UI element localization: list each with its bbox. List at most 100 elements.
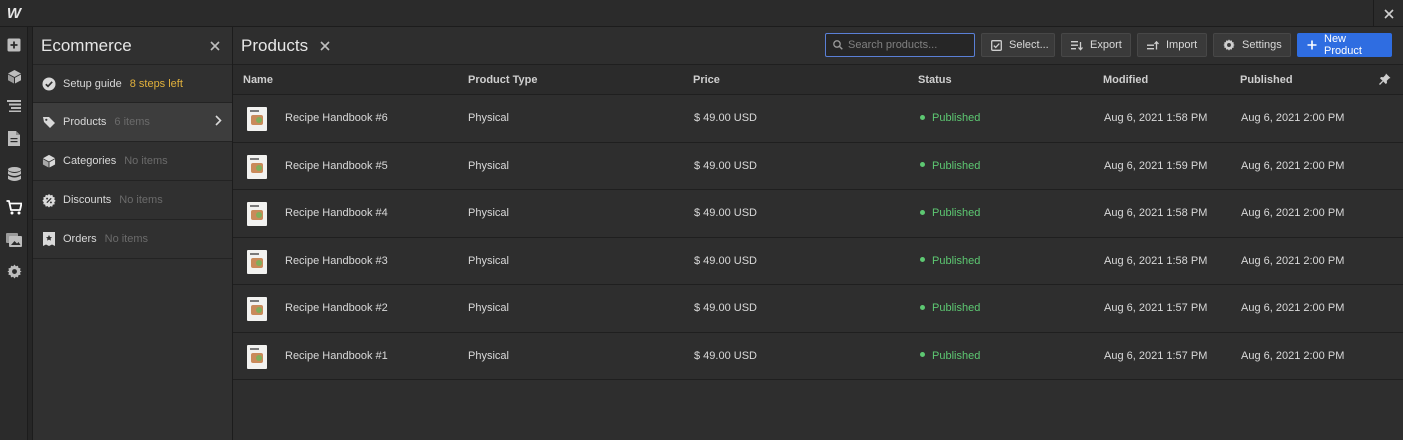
product-price: $ 49.00 USD <box>694 254 757 267</box>
panel-item-label: Products <box>63 116 107 128</box>
column-header-price[interactable]: Price <box>693 74 720 86</box>
new-product-button[interactable]: New Product <box>1297 33 1392 57</box>
pin-icon[interactable] <box>1379 73 1391 88</box>
product-type: Physical <box>468 207 509 219</box>
rail-components-button[interactable] <box>0 62 28 90</box>
close-icon <box>320 40 330 51</box>
product-type: Physical <box>468 302 509 314</box>
product-price: $ 49.00 USD <box>694 349 757 362</box>
status-dot <box>920 114 925 120</box>
status-dot <box>920 162 925 168</box>
close-products-button[interactable] <box>320 40 330 51</box>
panel-item-categories[interactable]: Categories No items <box>33 142 232 181</box>
search-icon <box>833 40 843 50</box>
export-button[interactable]: Export <box>1061 33 1131 57</box>
modified-date: Aug 6, 2021 1:57 PM <box>1104 349 1208 362</box>
page-title: Products <box>241 35 309 55</box>
product-name[interactable]: Recipe Handbook #3 <box>285 255 388 267</box>
status-text: Published <box>932 302 981 314</box>
product-thumbnail <box>247 107 267 131</box>
rail-navigator-button[interactable] <box>0 92 28 120</box>
webflow-logo[interactable]: W <box>0 0 28 27</box>
modified-date: Aug 6, 2021 1:58 PM <box>1104 112 1208 124</box>
close-icon <box>210 40 220 51</box>
rail-add-button[interactable] <box>0 31 28 59</box>
box-icon <box>7 69 21 83</box>
product-name[interactable]: Recipe Handbook #6 <box>285 112 388 124</box>
products-view: Products Select... Export Import <box>233 27 1403 440</box>
database-icon <box>7 166 21 181</box>
rail-ecommerce-button[interactable] <box>0 193 28 221</box>
search-input[interactable] <box>848 39 968 51</box>
status-text: Published <box>932 349 981 362</box>
table-row[interactable]: Recipe Handbook #5 Physical $ 49.00 USD … <box>233 142 1403 190</box>
gear-icon <box>6 263 22 279</box>
settings-button[interactable]: Settings <box>1213 33 1291 57</box>
published-date: Aug 6, 2021 2:00 PM <box>1241 159 1345 172</box>
rail-cms-button[interactable] <box>0 160 28 188</box>
table-row[interactable]: Recipe Handbook #3 Physical $ 49.00 USD … <box>233 237 1403 285</box>
cart-icon <box>6 199 22 214</box>
table-row[interactable]: Recipe Handbook #1 Physical $ 49.00 USD … <box>233 332 1403 380</box>
discount-badge-icon <box>42 193 56 207</box>
product-name[interactable]: Recipe Handbook #5 <box>285 160 388 172</box>
column-header-name[interactable]: Name <box>243 74 273 86</box>
products-table-body: Recipe Handbook #6 Physical $ 49.00 USD … <box>233 95 1403 380</box>
check-circle-icon <box>42 77 56 91</box>
panel-header: Ecommerce <box>33 27 232 64</box>
column-header-modified[interactable]: Modified <box>1103 74 1148 86</box>
product-name[interactable]: Recipe Handbook #1 <box>285 350 388 362</box>
close-editor-button[interactable] <box>1373 0 1403 27</box>
panel-item-setup-guide[interactable]: Setup guide 8 steps left <box>33 64 232 103</box>
modified-date: Aug 6, 2021 1:59 PM <box>1104 159 1208 172</box>
plus-icon <box>1307 40 1317 50</box>
search-box[interactable] <box>825 33 975 57</box>
table-row[interactable]: Recipe Handbook #4 Physical $ 49.00 USD … <box>233 190 1403 238</box>
settings-button-label: Settings <box>1242 39 1282 51</box>
column-header-product-type[interactable]: Product Type <box>468 74 537 86</box>
panel-item-discounts[interactable]: Discounts No items <box>33 181 232 220</box>
checkbox-icon <box>991 39 1002 51</box>
products-toolbar: Select... Export Import Settings New Pro… <box>825 33 1392 57</box>
status-dot <box>920 352 925 358</box>
rail-settings-button[interactable] <box>0 257 28 285</box>
status-dot <box>920 304 925 310</box>
status-text: Published <box>932 159 981 172</box>
panel-item-label: Setup guide <box>63 77 122 90</box>
published-date: Aug 6, 2021 2:00 PM <box>1241 207 1345 219</box>
column-header-published[interactable]: Published <box>1240 74 1293 86</box>
rail-pages-button[interactable] <box>0 124 28 152</box>
product-price: $ 49.00 USD <box>694 159 757 172</box>
navigator-icon <box>7 100 21 112</box>
categories-count: No items <box>124 155 168 167</box>
status-text: Published <box>932 207 981 219</box>
box-icon <box>42 154 56 168</box>
table-row[interactable]: Recipe Handbook #6 Physical $ 49.00 USD … <box>233 95 1403 143</box>
product-price: $ 49.00 USD <box>694 112 757 124</box>
panel-title: Ecommerce <box>41 35 132 55</box>
product-thumbnail <box>247 297 267 321</box>
close-panel-button[interactable] <box>210 40 220 51</box>
rail-assets-button[interactable] <box>0 226 28 254</box>
add-icon <box>7 38 21 52</box>
product-type: Physical <box>468 112 509 124</box>
logo-text: W <box>6 5 22 22</box>
published-date: Aug 6, 2021 2:00 PM <box>1241 349 1345 362</box>
import-button[interactable]: Import <box>1137 33 1207 57</box>
status-badge: Published <box>920 255 980 267</box>
panel-item-label: Discounts <box>63 194 112 206</box>
import-button-label: Import <box>1166 39 1198 51</box>
product-name[interactable]: Recipe Handbook #4 <box>285 207 388 219</box>
column-header-status[interactable]: Status <box>918 74 952 86</box>
published-date: Aug 6, 2021 2:00 PM <box>1241 254 1345 267</box>
panel-item-products[interactable]: Products 6 items <box>33 103 232 142</box>
product-name[interactable]: Recipe Handbook #2 <box>285 302 388 314</box>
status-dot <box>920 257 925 263</box>
table-row[interactable]: Recipe Handbook #2 Physical $ 49.00 USD … <box>233 285 1403 333</box>
setup-steps-count: 8 steps left <box>129 77 183 90</box>
select-button[interactable]: Select... <box>981 33 1055 57</box>
modified-date: Aug 6, 2021 1:58 PM <box>1104 207 1208 219</box>
panel-item-orders[interactable]: Orders No items <box>33 220 232 259</box>
modified-date: Aug 6, 2021 1:58 PM <box>1104 254 1208 267</box>
table-header: Name Product Type Price Status Modified … <box>233 64 1403 95</box>
